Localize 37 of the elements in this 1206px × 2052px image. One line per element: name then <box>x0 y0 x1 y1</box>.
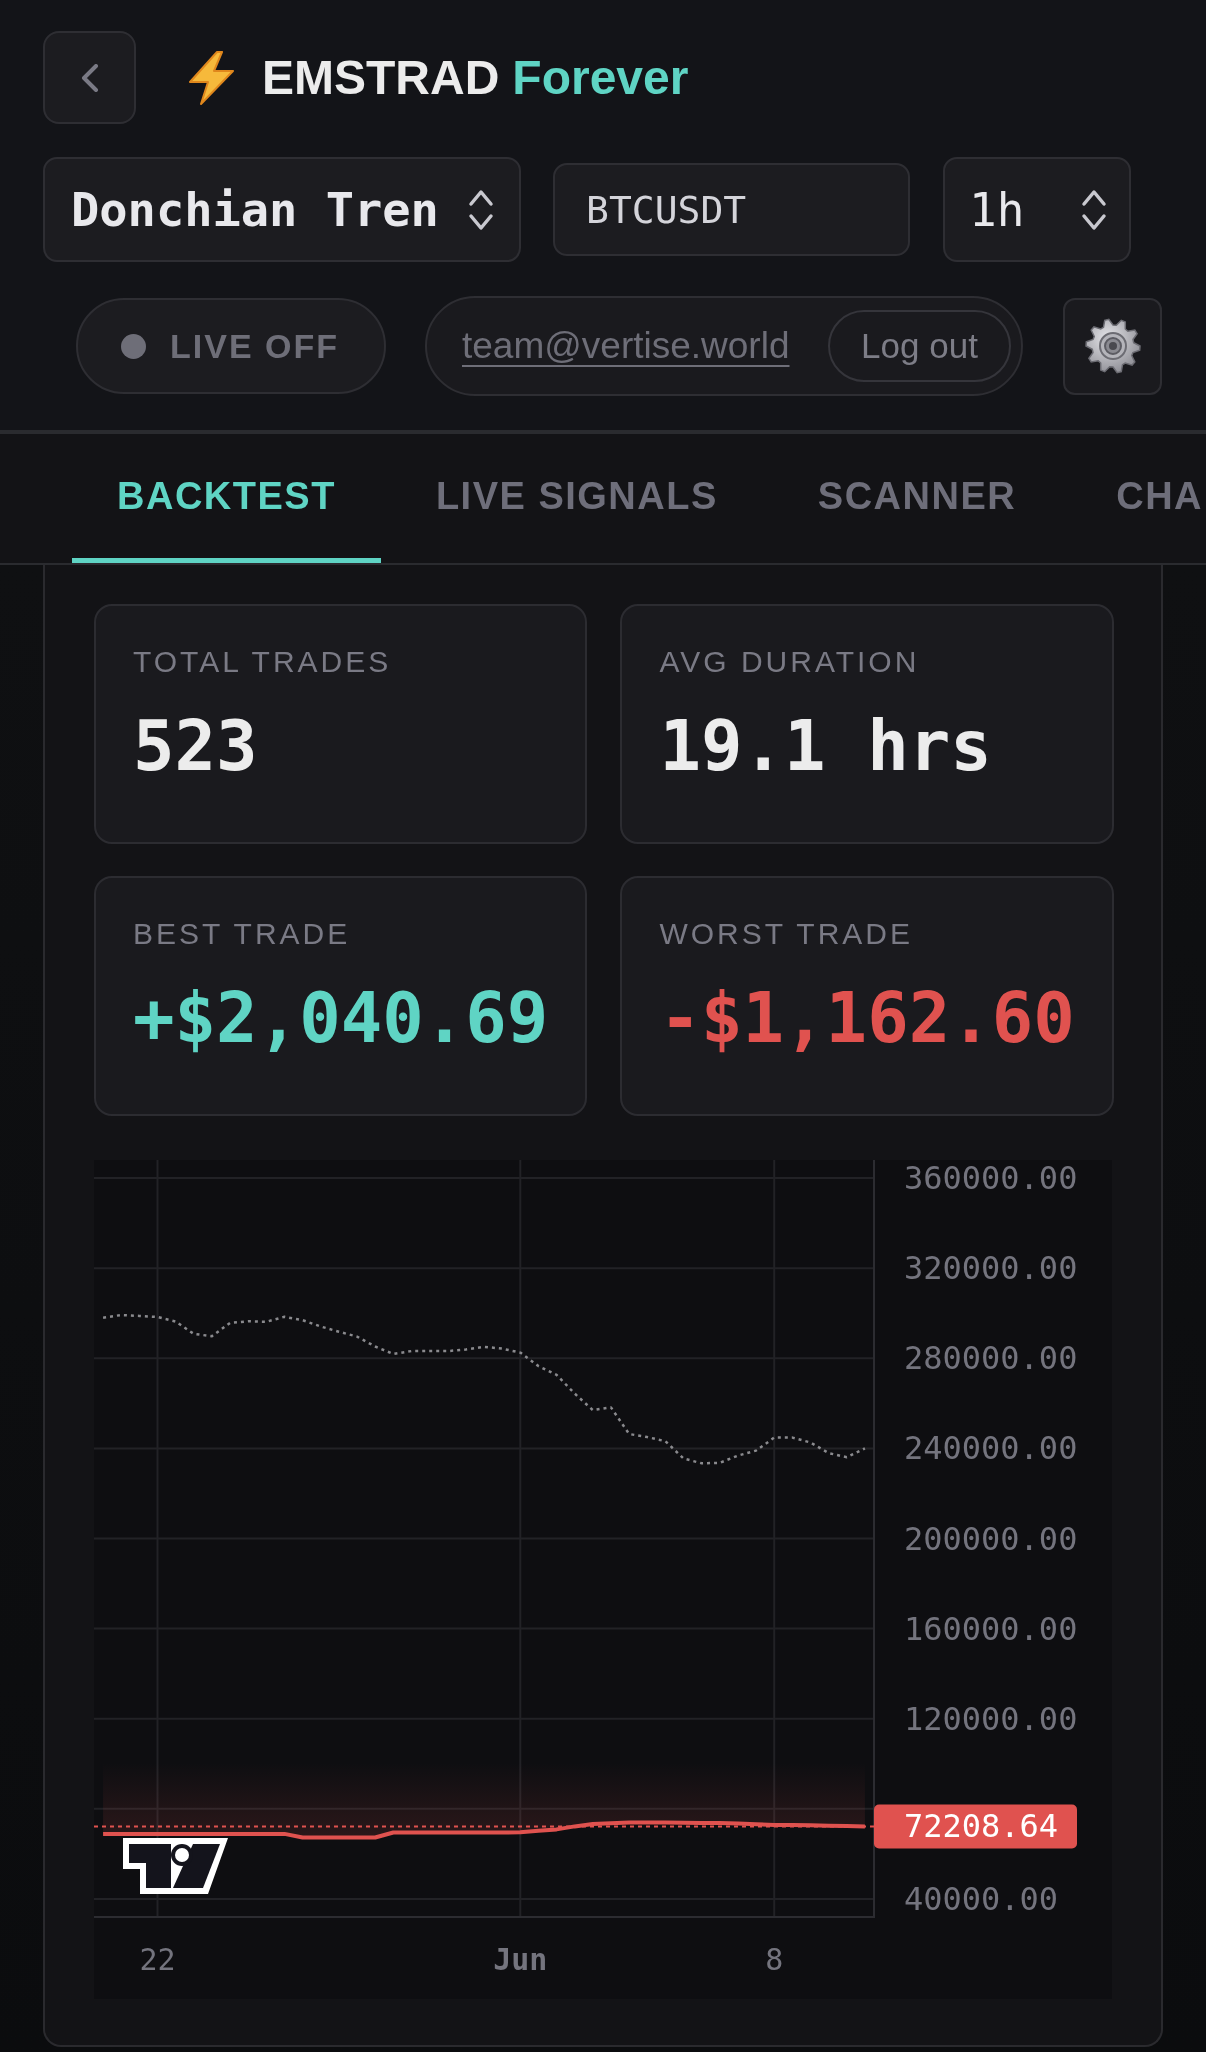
ref-line-label: 72208.64 <box>904 1807 1059 1846</box>
stat-value: +$2,040.69 <box>133 978 549 1058</box>
tab[interactable]: SCANNER <box>772 434 1062 563</box>
email-link[interactable]: team@vertise.world <box>462 325 790 367</box>
stat-value: 523 <box>133 706 259 786</box>
price-tag: 72208.64 <box>874 1804 1077 1849</box>
tab[interactable]: LIVE SIGNALS <box>390 434 763 563</box>
axis-label: 320000.00 <box>904 1249 1078 1288</box>
axis-label: 160000.00 <box>904 1609 1078 1648</box>
stat-label: BEST TRADE <box>133 916 352 952</box>
tab[interactable]: CHA <box>1071 434 1204 563</box>
strategy-select[interactable]: Donchian Tren <box>43 157 521 262</box>
axis-label: Jun <box>493 1942 548 1977</box>
stat-value: -$1,162.60 <box>659 978 1075 1058</box>
lightning-icon <box>186 50 236 105</box>
axis-label: 240000.00 <box>904 1429 1078 1468</box>
brand-name: EMSTRAD <box>262 50 500 105</box>
live-toggle[interactable]: LIVE OFF <box>76 298 386 394</box>
settings-icon <box>1084 318 1141 374</box>
axis-label: 200000.00 <box>904 1519 1078 1558</box>
settings-button[interactable] <box>1063 297 1162 395</box>
axis-label: 40000.00 <box>904 1880 1059 1918</box>
stat-label: AVG DURATION <box>659 644 921 680</box>
logout-button[interactable]: Log out <box>828 310 1011 382</box>
interval-select[interactable]: 1h <box>943 157 1131 262</box>
chevron-left-icon <box>80 63 99 92</box>
stat-label: WORST TRADE <box>659 916 914 952</box>
stat-value: 19.1 hrs <box>659 706 993 786</box>
axis-label: 22 <box>139 1942 176 1977</box>
symbol-input[interactable]: BTCUSDT <box>553 163 910 256</box>
axis-label: 280000.00 <box>904 1339 1078 1378</box>
chart-logo-icon <box>123 1838 228 1894</box>
axis-label: 120000.00 <box>904 1699 1078 1738</box>
axis-label: 360000.00 <box>904 1160 1078 1197</box>
stat-label: TOTAL TRADES <box>133 644 393 680</box>
brand-accent: Forever <box>512 50 689 105</box>
axis-label: 8 <box>765 1942 784 1977</box>
